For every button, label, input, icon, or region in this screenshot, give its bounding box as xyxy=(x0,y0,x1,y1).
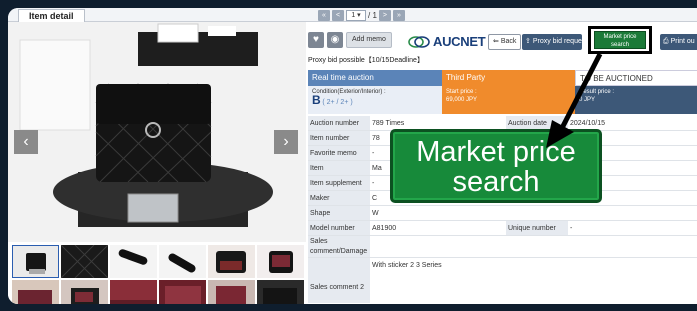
auction-type: Real time auction xyxy=(308,70,442,86)
field-label: Item number xyxy=(308,131,370,145)
main-product-photo[interactable]: ‹ › xyxy=(8,22,306,242)
logo-text: AUCNET xyxy=(433,34,486,49)
field-value: - xyxy=(570,225,573,232)
pagination: « < 1 ▾ / 1 > » xyxy=(318,9,405,21)
tab-item-detail[interactable]: Item detail xyxy=(18,9,85,23)
prev-arrow-icon: ‹ xyxy=(23,133,29,150)
next-page-button[interactable]: > xyxy=(378,9,391,21)
thumbnail[interactable] xyxy=(110,280,157,304)
add-memo-button[interactable]: Add memo xyxy=(346,32,392,48)
window-frame: Item detail « < 1 ▾ / 1 > » ‹ › ♥ ◉ Add … xyxy=(8,8,697,304)
thumbnail-image xyxy=(12,245,59,278)
tab-bar: Item detail « < 1 ▾ / 1 > » xyxy=(8,8,697,23)
field-value xyxy=(370,236,506,257)
field-label: Item supplement xyxy=(308,176,370,190)
table-row: With sticker 2 3 Series xyxy=(308,258,697,273)
aucnet-logo-icon xyxy=(408,35,430,48)
thumbnail-image xyxy=(110,280,157,304)
field-label xyxy=(308,258,370,273)
action-icon-row: ♥ ◉ Add memo xyxy=(308,32,392,50)
condition-label: Condition(Exterior/Interior) : xyxy=(312,89,386,95)
thumbnail-image xyxy=(110,245,157,278)
condition-detail: ( 2+ / 2+ ) xyxy=(322,99,353,106)
field-value: W xyxy=(372,210,379,217)
market-price-search-button[interactable]: Market price search xyxy=(594,31,646,49)
status-body: Condition(Exterior/Interior) : B ( 2+ / … xyxy=(308,86,697,114)
market-price-line2: search xyxy=(452,166,540,198)
thumbnail[interactable] xyxy=(12,245,59,278)
proxy-bid-status: Proxy bid possible【10/15Deadline】 xyxy=(308,57,424,64)
condition-cell: Condition(Exterior/Interior) : B ( 2+ / … xyxy=(308,86,442,114)
photo-panel: ‹ › xyxy=(8,22,306,304)
thumbnail[interactable] xyxy=(110,245,157,278)
thumbnail-image xyxy=(159,245,206,278)
thumbnail[interactable] xyxy=(61,280,108,304)
table-row: Model number A81900 Unique number - xyxy=(308,221,697,236)
table-row: Shape W xyxy=(308,206,697,221)
field-value: 789 Times xyxy=(372,120,405,127)
camera-icon[interactable]: ◉ xyxy=(327,32,343,48)
thumbnail-grid xyxy=(8,245,306,304)
print-button[interactable]: ⎙ Print ou xyxy=(660,34,697,50)
chevron-down-icon: ▾ xyxy=(357,11,361,19)
last-page-button[interactable]: » xyxy=(392,9,405,21)
thumbnail[interactable] xyxy=(159,280,206,304)
thumbnail[interactable] xyxy=(257,245,304,278)
field-value: A81900 xyxy=(372,225,397,232)
first-page-button[interactable]: « xyxy=(318,9,330,21)
condition-grade: B xyxy=(312,93,321,107)
page-total: / 1 xyxy=(368,10,377,20)
field-label: Maker xyxy=(308,191,370,205)
printer-icon: ⎙ xyxy=(663,38,669,45)
field-label: Favorite memo xyxy=(308,146,370,160)
back-button[interactable]: ⇐ Back xyxy=(488,34,522,50)
table-row: Sales comment 2 xyxy=(308,273,697,303)
thumbnail-image xyxy=(61,280,108,304)
field-label: Sales comment/Damage comment xyxy=(308,236,370,257)
status-header: Real time auction Third Party TO BE AUCT… xyxy=(308,70,697,86)
page-select[interactable]: 1 ▾ xyxy=(346,9,366,21)
field-label: Item xyxy=(308,161,370,175)
prev-page-button[interactable]: < xyxy=(332,9,344,21)
pointer-arrow-icon xyxy=(546,52,603,148)
field-label: Model number xyxy=(308,221,370,235)
field-label: Sales comment 2 xyxy=(308,273,370,303)
thumbnail-image xyxy=(61,245,108,278)
thumbnail[interactable] xyxy=(257,280,304,304)
field-value: With sticker 2 3 Series xyxy=(372,262,442,269)
thumbnail-image xyxy=(208,245,255,278)
upload-icon: ⇪ xyxy=(525,38,531,45)
field-label: Auction number xyxy=(308,116,370,130)
thumbnail-image xyxy=(159,280,206,304)
wallet-photo-image xyxy=(8,22,306,242)
thumbnail[interactable] xyxy=(61,245,108,278)
field-label: Unique number xyxy=(506,221,568,235)
thumbnail[interactable] xyxy=(159,245,206,278)
page-select-value: 1 xyxy=(351,11,356,19)
thumbnail[interactable] xyxy=(12,280,59,304)
field-label: Shape xyxy=(308,206,370,220)
thumbnail-image xyxy=(257,280,304,304)
print-label: Print ou xyxy=(670,38,695,45)
thumbnail-image xyxy=(12,280,59,304)
thumbnail-image xyxy=(208,280,255,304)
thumbnail[interactable] xyxy=(208,280,255,304)
prev-photo-button[interactable]: ‹ xyxy=(14,130,38,154)
thumbnail-image xyxy=(257,245,304,278)
back-arrow-icon: ⇐ xyxy=(493,38,499,45)
back-label: Back xyxy=(500,38,517,45)
table-row: Sales comment/Damage comment xyxy=(308,236,697,258)
aucnet-logo: AUCNET xyxy=(408,34,486,49)
field-value xyxy=(370,273,506,303)
next-photo-button[interactable]: › xyxy=(274,130,298,154)
next-arrow-icon: › xyxy=(283,133,289,150)
heart-icon[interactable]: ♥ xyxy=(308,32,324,48)
thumbnail[interactable] xyxy=(208,245,255,278)
proxy-bid-label: Proxy bid reque xyxy=(532,38,582,45)
